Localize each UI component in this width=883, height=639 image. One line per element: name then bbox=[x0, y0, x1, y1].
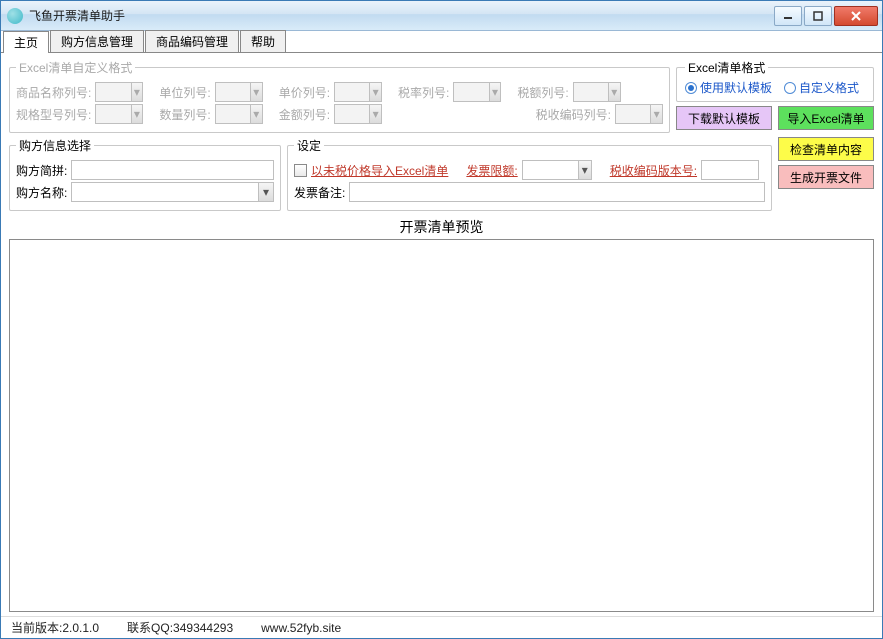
combo-product-name-col[interactable]: ▾ bbox=[95, 82, 143, 102]
lbl-unit-col: 单位列号: bbox=[159, 84, 210, 101]
combo-spec-col[interactable]: ▾ bbox=[95, 104, 143, 124]
radio-checked-icon bbox=[685, 82, 697, 94]
chevron-down-icon: ▾ bbox=[650, 105, 662, 123]
lbl-qty-col: 数量列号: bbox=[159, 106, 210, 123]
combo-taxcode-col[interactable]: ▾ bbox=[615, 104, 663, 124]
window-controls bbox=[774, 6, 878, 26]
lbl-spec-col: 规格型号列号: bbox=[16, 106, 91, 123]
window-title: 飞鱼开票清单助手 bbox=[29, 7, 774, 24]
chevron-down-icon: ▾ bbox=[369, 105, 381, 123]
excel-custom-legend: Excel清单自定义格式 bbox=[16, 59, 135, 76]
radio-unchecked-icon bbox=[784, 82, 796, 94]
minimize-button[interactable] bbox=[774, 6, 802, 26]
excel-custom-fieldset: Excel清单自定义格式 商品名称列号: ▾ 单位列号: ▾ 单价列号: ▾ 税… bbox=[9, 59, 670, 133]
lbl-taxcode-col: 税收编码列号: bbox=[536, 106, 611, 123]
combo-unit-col[interactable]: ▾ bbox=[215, 82, 263, 102]
lbl-price-col: 单价列号: bbox=[279, 84, 330, 101]
tab-home[interactable]: 主页 bbox=[3, 31, 49, 53]
settings-legend: 设定 bbox=[294, 137, 324, 154]
lbl-taxamount-col: 税额列号: bbox=[517, 84, 568, 101]
check-content-button[interactable]: 检查清单内容 bbox=[778, 137, 874, 161]
radio-custom-format[interactable]: 自定义格式 bbox=[784, 79, 859, 96]
buyer-pinyin-input[interactable] bbox=[71, 160, 274, 180]
status-qq: 联系QQ:349344293 bbox=[127, 619, 233, 636]
preview-title: 开票清单预览 bbox=[9, 217, 874, 237]
settings-fieldset: 设定 以未税价格导入Excel清单 发票限额: ▾ 税收编码版本号: 发票备注: bbox=[287, 137, 772, 211]
chevron-down-icon: ▾ bbox=[608, 83, 620, 101]
lbl-buyer-pinyin: 购方简拼: bbox=[16, 162, 67, 179]
chevron-down-icon: ▾ bbox=[131, 105, 143, 123]
lbl-amount-col: 金额列号: bbox=[279, 106, 330, 123]
combo-qty-col[interactable]: ▾ bbox=[215, 104, 263, 124]
close-button[interactable] bbox=[834, 6, 878, 26]
combo-amount-col[interactable]: ▾ bbox=[334, 104, 382, 124]
chevron-down-icon: ▾ bbox=[578, 161, 591, 179]
chevron-down-icon: ▾ bbox=[369, 83, 381, 101]
generate-file-button[interactable]: 生成开票文件 bbox=[778, 165, 874, 189]
buyer-name-combo[interactable]: ▾ bbox=[71, 182, 274, 202]
chevron-down-icon: ▾ bbox=[131, 83, 143, 101]
status-site: www.52fyb.site bbox=[261, 621, 341, 635]
client-area: Excel清单自定义格式 商品名称列号: ▾ 单位列号: ▾ 单价列号: ▾ 税… bbox=[1, 53, 882, 616]
buyer-fieldset: 购方信息选择 购方简拼: 购方名称: ▾ bbox=[9, 137, 281, 211]
lbl-taxcode-ver: 税收编码版本号: bbox=[610, 162, 697, 179]
chevron-down-icon: ▾ bbox=[489, 83, 501, 101]
checkbox-notax-import[interactable] bbox=[294, 164, 307, 177]
maximize-button[interactable] bbox=[804, 6, 832, 26]
titlebar: 飞鱼开票清单助手 bbox=[1, 1, 882, 31]
chevron-down-icon: ▾ bbox=[250, 105, 262, 123]
app-icon bbox=[7, 8, 23, 24]
tab-help[interactable]: 帮助 bbox=[240, 30, 286, 52]
combo-price-col[interactable]: ▾ bbox=[334, 82, 382, 102]
download-template-button[interactable]: 下载默认模板 bbox=[676, 106, 772, 130]
lbl-invoice-limit: 发票限额: bbox=[466, 162, 517, 179]
app-window: 飞鱼开票清单助手 主页 购方信息管理 商品编码管理 帮助 Excel清单自定义格… bbox=[0, 0, 883, 639]
combo-taxrate-col[interactable]: ▾ bbox=[453, 82, 501, 102]
tabstrip: 主页 购方信息管理 商品编码管理 帮助 bbox=[1, 31, 882, 53]
preview-area[interactable] bbox=[9, 239, 874, 612]
chevron-down-icon: ▾ bbox=[250, 83, 262, 101]
statusbar: 当前版本:2.0.1.0 联系QQ:349344293 www.52fyb.si… bbox=[1, 616, 882, 638]
status-version: 当前版本:2.0.1.0 bbox=[11, 619, 99, 636]
tab-product-code-mgmt[interactable]: 商品编码管理 bbox=[145, 30, 239, 52]
lbl-taxrate-col: 税率列号: bbox=[398, 84, 449, 101]
combo-invoice-limit[interactable]: ▾ bbox=[522, 160, 592, 180]
buyer-legend: 购方信息选择 bbox=[16, 137, 94, 154]
link-notax-import[interactable]: 以未税价格导入Excel清单 bbox=[311, 162, 448, 179]
lbl-invoice-remark: 发票备注: bbox=[294, 184, 345, 201]
chevron-down-icon: ▾ bbox=[258, 183, 273, 201]
radio-default-template[interactable]: 使用默认模板 bbox=[685, 79, 772, 96]
import-excel-button[interactable]: 导入Excel清单 bbox=[778, 106, 874, 130]
combo-taxamount-col[interactable]: ▾ bbox=[573, 82, 621, 102]
lbl-buyer-name: 购方名称: bbox=[16, 184, 67, 201]
invoice-remark-input[interactable] bbox=[349, 182, 765, 202]
excel-format-legend: Excel清单格式 bbox=[685, 59, 768, 76]
excel-format-fieldset: Excel清单格式 使用默认模板 自定义格式 bbox=[676, 59, 874, 102]
lbl-product-name-col: 商品名称列号: bbox=[16, 84, 91, 101]
tab-buyer-mgmt[interactable]: 购方信息管理 bbox=[50, 30, 144, 52]
taxcode-ver-input[interactable] bbox=[701, 160, 759, 180]
